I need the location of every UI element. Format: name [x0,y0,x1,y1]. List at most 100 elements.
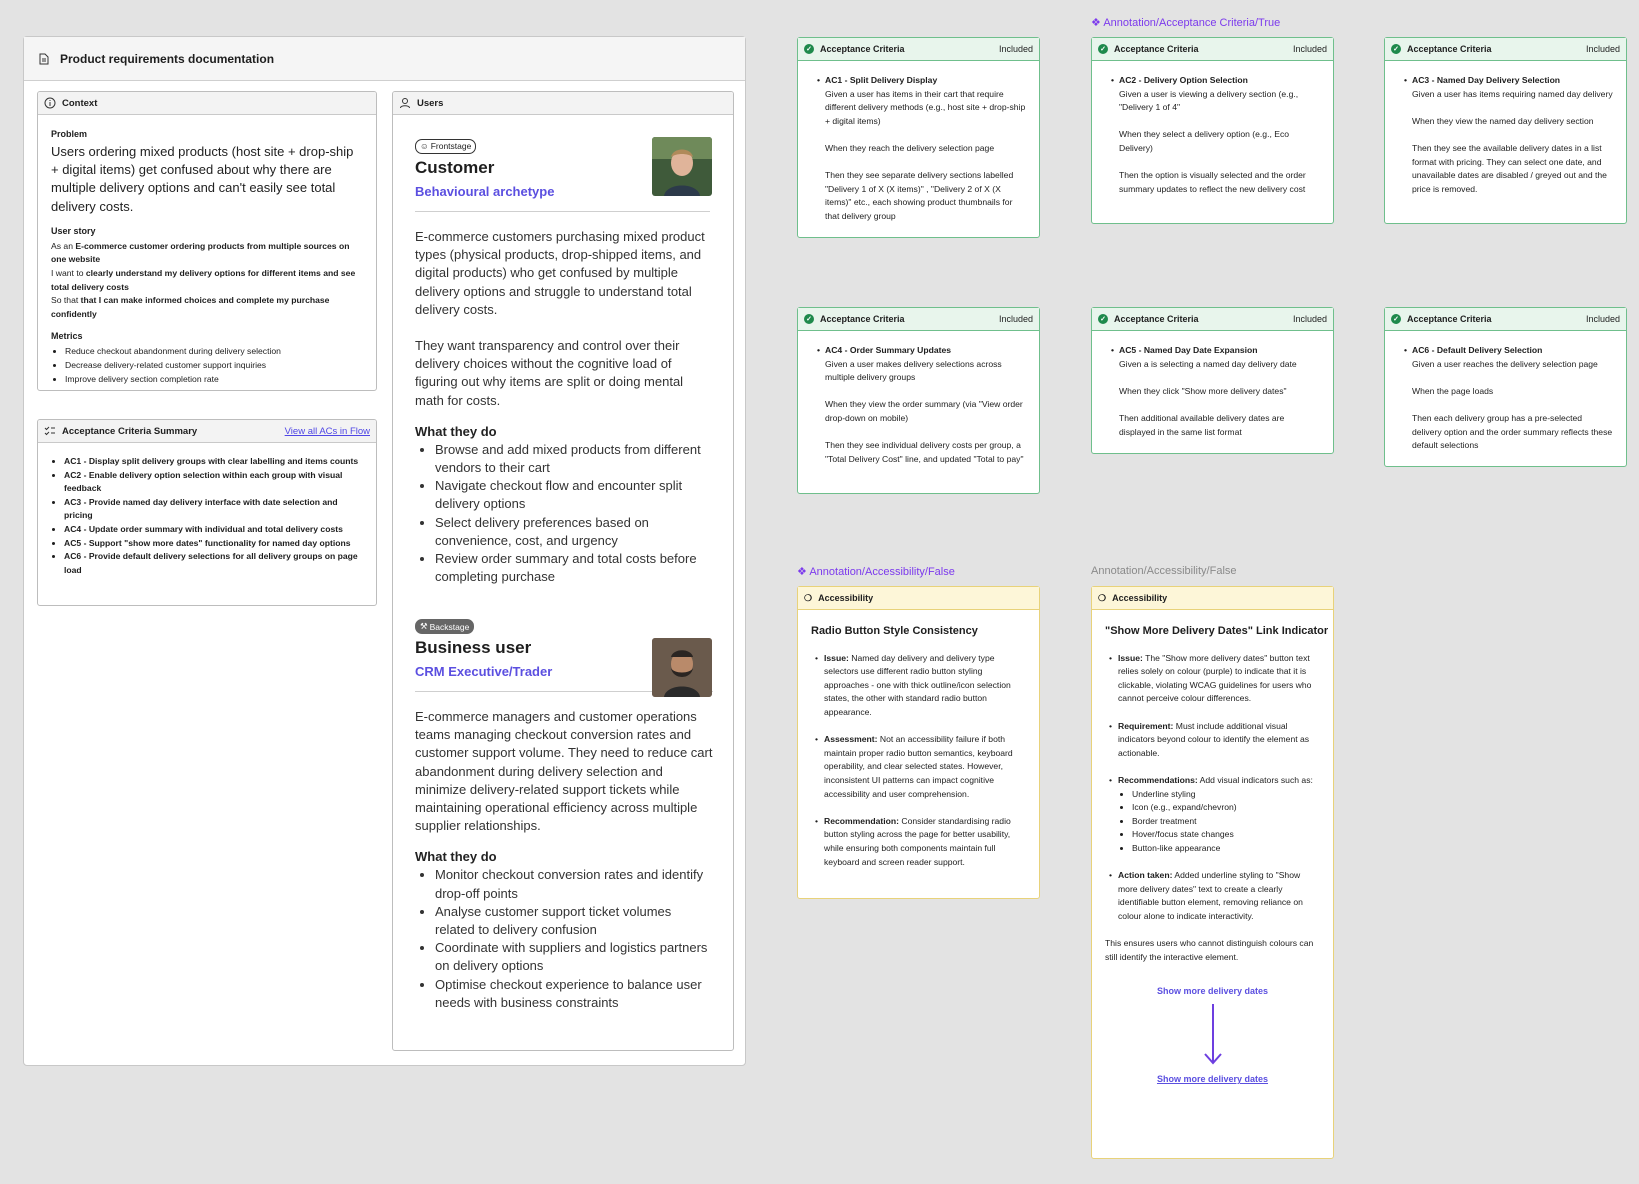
accessibility-header: ❍ Accessibility [798,587,1039,610]
list-item: Optimise checkout experience to balance … [435,976,713,1012]
wrench-icon: ⚒ [420,621,428,631]
ac-summary-item: AC4 - Update order summary with individu… [64,523,366,537]
ac-summary-header: Acceptance Criteria Summary View all ACs… [38,420,376,443]
status-badge: Included [1292,314,1327,324]
ac-given: Given a user is viewing a delivery secti… [1119,88,1299,113]
ac-title: AC5 - Named Day Date Expansion [1111,344,1321,358]
ac-title: AC2 - Delivery Option Selection [1111,74,1321,88]
ac-summary-item: AC1 - Display split delivery groups with… [64,455,366,469]
status-badge: Included [998,314,1033,324]
metrics-label: Metrics [51,331,83,342]
ac-card-header: ✓ Acceptance Criteria Included [1385,38,1626,61]
status-badge: Included [1292,44,1327,54]
list-item: Browse and add mixed products from diffe… [435,441,710,477]
requirement-text: Requirement: Must include additional vis… [1109,720,1320,761]
ac-summary-title: Acceptance Criteria Summary [62,425,198,437]
list-item: Monitor checkout conversion rates and id… [435,866,713,902]
ac-summary-list: AC1 - Display split delivery groups with… [38,443,376,577]
ac-card-header: ✓ Acceptance Criteria Included [798,308,1039,331]
ac-given: Given a is selecting a named day deliver… [1119,358,1297,369]
ac-title: AC6 - Default Delivery Selection [1404,344,1614,358]
arrow-down-icon [1204,1004,1222,1065]
ac-summary-item: AC2 - Enable delivery option selection w… [64,469,366,496]
ac-when: When they select a delivery option (e.g.… [1119,129,1290,153]
accessibility-card-2: ❍ Accessibility "Show More Delivery Dates… [1091,586,1334,1159]
avatar-image [652,638,712,697]
business-desc: E-commerce managers and customer operati… [415,709,713,834]
problem-text: Users ordering mixed products (host site… [51,144,354,214]
view-all-acs-link[interactable]: View all ACs in Flow [285,426,370,437]
avatar-image [652,137,712,196]
ac-given: Given a user makes delivery selections a… [825,358,1002,383]
annotation-ac-label: ❖ Annotation/Acceptance Criteria/True [1091,17,1281,29]
ac-card-2: ✓Acceptance CriteriaIncluded AC2 - Deliv… [1091,37,1334,224]
ac-when: When they view the order summary (via "V… [825,399,1023,423]
person-icon: ☺ [420,141,429,151]
prd-header: Product requirements documentation [24,37,745,81]
context-card: Context Problem Users ordering mixed pro… [37,91,377,391]
recommendations-text: Recommendations: Add visual indicators s… [1109,774,1320,788]
metric-item: Reduce checkout abandonment during deliv… [65,345,363,359]
ac-card-3: ✓Acceptance CriteriaIncluded AC3 - Named… [1384,37,1627,224]
checklist-icon [44,426,55,436]
metric-item: Decrease delivery-related customer suppo… [65,359,363,373]
ac-summary-item: AC5 - Support "show more dates" function… [64,537,366,551]
ac-then: Then the option is visually selected and… [1119,170,1306,194]
ac-card-header: ✓ Acceptance Criteria Included [1092,308,1333,331]
show-more-link-before[interactable]: Show more delivery dates [1092,986,1333,996]
users-header: Users [393,92,733,115]
show-more-link-after[interactable]: Show more delivery dates [1092,1074,1333,1084]
ac-card-header: ✓ Acceptance Criteria Included [1385,308,1626,331]
context-header: Context [38,92,376,115]
story-label: User story [51,225,96,236]
ac-card-1: ✓Acceptance CriteriaIncluded AC1 - Split… [797,37,1040,238]
prd-panel: Product requirements documentation Conte… [23,36,746,1066]
ac-title: AC1 - Split Delivery Display [817,74,1027,88]
info-icon [44,97,56,109]
recommendation-text: Recommendation: Consider standardising r… [815,815,1026,869]
customer-persona: ☺ Frontstage Customer Behavioural archety… [415,136,710,586]
users-title: Users [417,97,444,109]
check-icon: ✓ [1098,44,1108,54]
ac-card-header: ✓ Acceptance Criteria Included [1092,38,1333,61]
status-badge: Included [998,44,1033,54]
ac-card-4: ✓Acceptance CriteriaIncluded AC4 - Order… [797,307,1040,494]
ac-when: When they click "Show more delivery date… [1119,385,1287,396]
accessibility-header: ❍ Accessibility [1092,587,1333,610]
ac-then: Then they see individual delivery costs … [825,440,1024,464]
context-title: Context [62,97,98,109]
annotation-acc-label-1: ❖ Annotation/Accessibility/False [797,566,955,578]
annotation-acc-label-2: Annotation/Accessibility/False [1091,565,1237,577]
ac-summary-card: Acceptance Criteria Summary View all ACs… [37,419,377,606]
component-icon: ❖ [1091,17,1101,29]
ac-given: Given a user reaches the delivery select… [1412,358,1598,369]
recommendations-list: Underline styling Icon (e.g., expand/che… [1118,788,1320,856]
list-item: Analyse customer support ticket volumes … [435,903,713,939]
backstage-tag: ⚒ Backstage [415,619,475,634]
list-item: Button-like appearance [1132,842,1320,856]
ac-card-header: ✓ Acceptance Criteria Included [798,38,1039,61]
ac-summary-item: AC6 - Provide default delivery selection… [64,550,366,577]
accessibility-icon: ❍ [804,592,813,603]
list-item: Coordinate with suppliers and logistics … [435,939,713,975]
ac-then: Then they see the available delivery dat… [1412,142,1607,194]
status-badge: Included [1585,314,1620,324]
check-icon: ✓ [1391,44,1401,54]
divider [415,211,710,212]
customer-avatar [652,137,712,196]
user-story: As an E-commerce customer ordering produ… [51,240,363,322]
accessibility-icon: ❍ [1098,592,1107,603]
customer-what-list: Browse and add mixed products from diffe… [415,441,710,587]
assessment-text: Assessment: Not an accessibility failure… [815,733,1026,801]
list-item: Underline styling [1132,788,1320,802]
metric-item: Improve delivery section completion rate [65,373,363,387]
frontstage-tag: ☺ Frontstage [415,138,477,154]
ac-title: AC3 - Named Day Delivery Selection [1404,74,1614,88]
list-item: Navigate checkout flow and encounter spl… [435,477,710,513]
business-what-label: What they do [415,849,497,865]
check-icon: ✓ [1098,314,1108,324]
ac-given: Given a user has items requiring named d… [1412,88,1613,99]
customer-what-label: What they do [415,423,497,439]
issue-text: Issue: The "Show more delivery dates" bu… [1109,652,1320,706]
ac-then: Then additional available delivery dates… [1119,412,1285,437]
